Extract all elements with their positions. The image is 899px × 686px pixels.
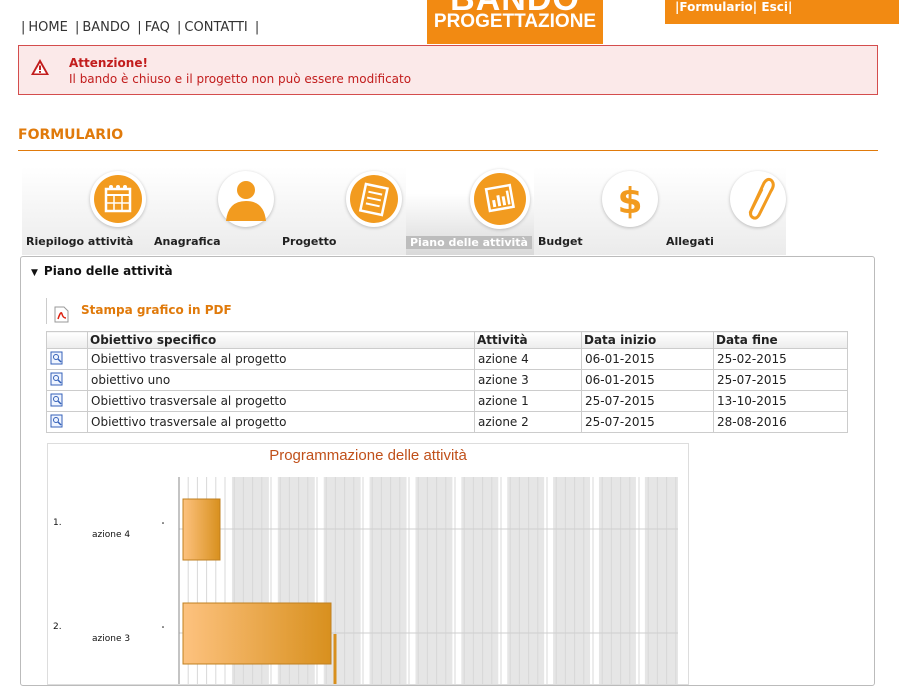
chart-icon xyxy=(470,169,530,229)
cell-data-inizio: 25-07-2015 xyxy=(581,411,714,433)
detail-icon[interactable] xyxy=(46,411,88,433)
nav-contatti-link[interactable]: CONTATTI xyxy=(184,20,247,35)
alert-box: Attenzione! Il bando è chiuso e il proge… xyxy=(18,45,878,95)
nav-separator: | xyxy=(177,20,182,35)
row-number: 1. xyxy=(53,518,62,528)
nav-separator: | xyxy=(74,20,80,35)
alert-message: Il bando è chiuso e il progetto non può … xyxy=(69,72,412,86)
cell-obiettivo: obiettivo uno xyxy=(87,369,475,391)
pdf-icon xyxy=(54,306,70,327)
nav-home-link[interactable]: HOME xyxy=(28,20,67,35)
nav-separator: | xyxy=(21,20,26,35)
column-header[interactable]: Attività xyxy=(474,331,582,349)
chart-band xyxy=(369,477,407,684)
table-row[interactable]: obiettivo uno azione 3 06-01-2015 25-07-… xyxy=(46,369,848,391)
tab-label: Riepilogo attività xyxy=(26,235,134,248)
cell-data-inizio: 06-01-2015 xyxy=(581,348,714,370)
top-nav: | HOME | BANDO | FAQ | CONTATTI | xyxy=(18,20,262,35)
alert-title: Attenzione! xyxy=(69,56,148,70)
paperclip-icon xyxy=(730,171,786,227)
tab-label: Anagrafica xyxy=(154,235,221,248)
table-header-row: Obiettivo specifico Attività Data inizio… xyxy=(46,331,848,349)
pdf-link-label: Stampa grafico in PDF xyxy=(81,303,232,317)
cell-obiettivo: Obiettivo trasversale al progetto xyxy=(87,348,475,370)
cell-obiettivo: Obiettivo trasversale al progetto xyxy=(87,390,475,412)
svg-text:$: $ xyxy=(617,181,642,222)
cell-attivita: azione 3 xyxy=(474,369,582,391)
activities-table: Obiettivo specifico Attività Data inizio… xyxy=(46,331,848,433)
calendar-icon xyxy=(90,171,146,227)
row-marker xyxy=(162,522,164,524)
nav-separator: | xyxy=(254,20,260,35)
column-header[interactable]: Data inizio xyxy=(581,331,714,349)
panel-header[interactable]: ▼ Piano delle attività xyxy=(31,264,173,278)
dollar-icon: $ xyxy=(602,171,658,227)
nav-bando-link[interactable]: BANDO xyxy=(82,20,130,35)
table-row[interactable]: Obiettivo trasversale al progetto azione… xyxy=(46,390,848,412)
chart-band xyxy=(507,477,545,684)
userbar-separator: | xyxy=(752,0,758,14)
chart-band xyxy=(415,477,453,684)
tab-label: Allegati xyxy=(666,235,714,248)
row-marker xyxy=(162,626,164,628)
cell-obiettivo: Obiettivo trasversale al progetto xyxy=(87,411,475,433)
cell-data-fine: 28-08-2016 xyxy=(713,411,848,433)
cell-data-fine: 13-10-2015 xyxy=(713,390,848,412)
warning-icon xyxy=(30,58,50,80)
gantt-bar xyxy=(182,498,221,561)
detail-icon[interactable] xyxy=(46,348,88,370)
tab-riepilogo[interactable]: Riepilogo attività xyxy=(22,167,150,255)
tab-allegati[interactable]: Allegati xyxy=(662,167,786,255)
logo-small-text: PROGETTAZIONE xyxy=(433,11,597,32)
cell-data-fine: 25-02-2015 xyxy=(713,348,848,370)
cell-data-inizio: 25-07-2015 xyxy=(581,390,714,412)
formulario-link[interactable]: Formulario xyxy=(679,0,752,14)
nav-faq-link[interactable]: FAQ xyxy=(145,20,170,35)
cell-data-inizio: 06-01-2015 xyxy=(581,369,714,391)
tab-label: Piano delle attività xyxy=(406,236,532,249)
print-pdf-link[interactable]: Stampa grafico in PDF xyxy=(46,298,232,324)
chart-band xyxy=(644,477,678,684)
icon-column-header xyxy=(46,331,88,349)
collapse-triangle-icon: ▼ xyxy=(31,268,38,278)
checklist-icon xyxy=(346,171,402,227)
table-row[interactable]: Obiettivo trasversale al progetto azione… xyxy=(46,411,848,433)
person-icon xyxy=(218,171,274,227)
site-logo[interactable]: BANDO PROGETTAZIONE xyxy=(427,0,603,44)
column-header[interactable]: Obiettivo specifico xyxy=(87,331,475,349)
detail-icon[interactable] xyxy=(46,369,88,391)
panel-title: Piano delle attività xyxy=(43,264,173,278)
page-title: FORMULARIO xyxy=(18,127,124,143)
tab-label: Budget xyxy=(538,235,583,248)
row-number: 2. xyxy=(53,622,62,632)
user-bar: |Formulario| Esci| xyxy=(665,0,899,24)
chart-band xyxy=(553,477,591,684)
section-divider xyxy=(18,150,878,151)
gantt-chart: Programmazione delle attività 1. azione … xyxy=(47,443,689,685)
tab-progetto[interactable]: Progetto xyxy=(278,167,406,255)
tab-anagrafica[interactable]: Anagrafica xyxy=(150,167,278,255)
detail-icon[interactable] xyxy=(46,390,88,412)
form-tabs: Riepilogo attività Anagrafica Progetto P… xyxy=(22,167,882,255)
chart-band xyxy=(461,477,499,684)
cell-attivita: azione 2 xyxy=(474,411,582,433)
row-label: azione 3 xyxy=(92,634,131,644)
tab-piano-attivita[interactable]: Piano delle attività xyxy=(406,167,534,255)
cell-attivita: azione 1 xyxy=(474,390,582,412)
nav-separator: | xyxy=(137,20,142,35)
userbar-separator: | xyxy=(787,0,793,14)
cell-attivita: azione 4 xyxy=(474,348,582,370)
table-row[interactable]: Obiettivo trasversale al progetto azione… xyxy=(46,348,848,370)
esci-link[interactable]: Esci xyxy=(761,0,788,14)
row-label: azione 4 xyxy=(92,530,131,540)
cell-data-fine: 25-07-2015 xyxy=(713,369,848,391)
tab-budget[interactable]: $ Budget xyxy=(534,167,662,255)
column-header[interactable]: Data fine xyxy=(713,331,848,349)
chart-band xyxy=(598,477,636,684)
gantt-bar xyxy=(182,602,332,665)
tab-label: Progetto xyxy=(282,235,337,248)
gantt-svg xyxy=(162,477,678,684)
